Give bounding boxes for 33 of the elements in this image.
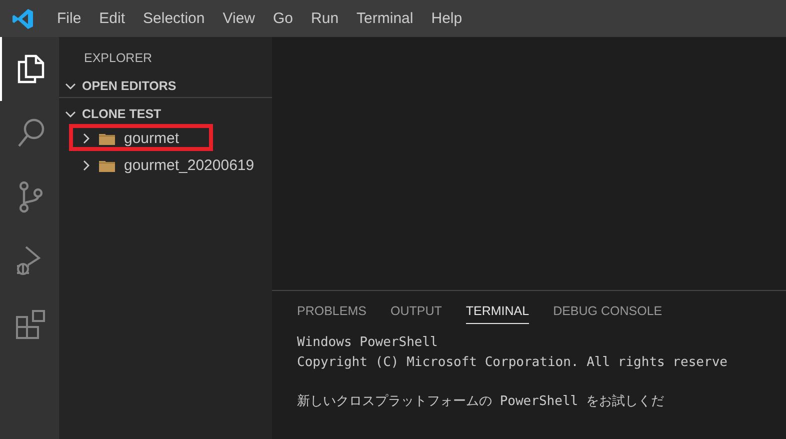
menu-item[interactable]: Help [422, 10, 472, 27]
extensions-icon [14, 309, 46, 341]
sidebar-title: EXPLORER [83, 50, 154, 67]
folder-item[interactable]: gourmet [59, 125, 272, 152]
folder-name: gourmet [124, 130, 180, 147]
search-icon [16, 118, 44, 148]
app-logo-icon [12, 8, 34, 30]
folder-icon [99, 159, 115, 172]
chevron-down-icon [65, 82, 76, 90]
branch-icon [18, 181, 44, 213]
terminal-line: 新しいクロスプラットフォームの PowerShell をお試しくだ [297, 392, 665, 410]
menu-item[interactable]: File [48, 10, 90, 27]
chevron-right-icon [83, 133, 90, 144]
menu-item[interactable]: View [214, 10, 264, 27]
chevron-down-icon [65, 110, 76, 118]
terminal-line: Copyright (C) Microsoft Corporation. All rights reserve [297, 354, 728, 372]
folder-name: gourmet_20200619 [124, 157, 254, 174]
section-header[interactable]: OPEN EDITORS [59, 75, 272, 98]
panel-tab[interactable]: PROBLEMS [297, 300, 366, 324]
menu-item[interactable]: Run [302, 10, 348, 27]
folder-item[interactable]: gourmet_20200619 [59, 152, 272, 179]
section-header[interactable]: CLONE TEST [59, 103, 272, 125]
panel-tab[interactable]: DEBUG CONSOLE [553, 300, 662, 324]
menu-item[interactable]: Go [264, 10, 302, 27]
menu-item[interactable]: Edit [90, 10, 134, 27]
files-icon [16, 54, 44, 84]
panel-tab[interactable]: TERMINAL [466, 300, 530, 324]
terminal-line: Windows PowerShell [297, 334, 439, 352]
chevron-right-icon [83, 160, 90, 171]
panel-tab[interactable]: OUTPUT [390, 300, 442, 324]
menu-item[interactable]: Terminal [348, 10, 422, 27]
menu-item[interactable]: Selection [134, 10, 214, 27]
folder-icon [99, 132, 115, 145]
